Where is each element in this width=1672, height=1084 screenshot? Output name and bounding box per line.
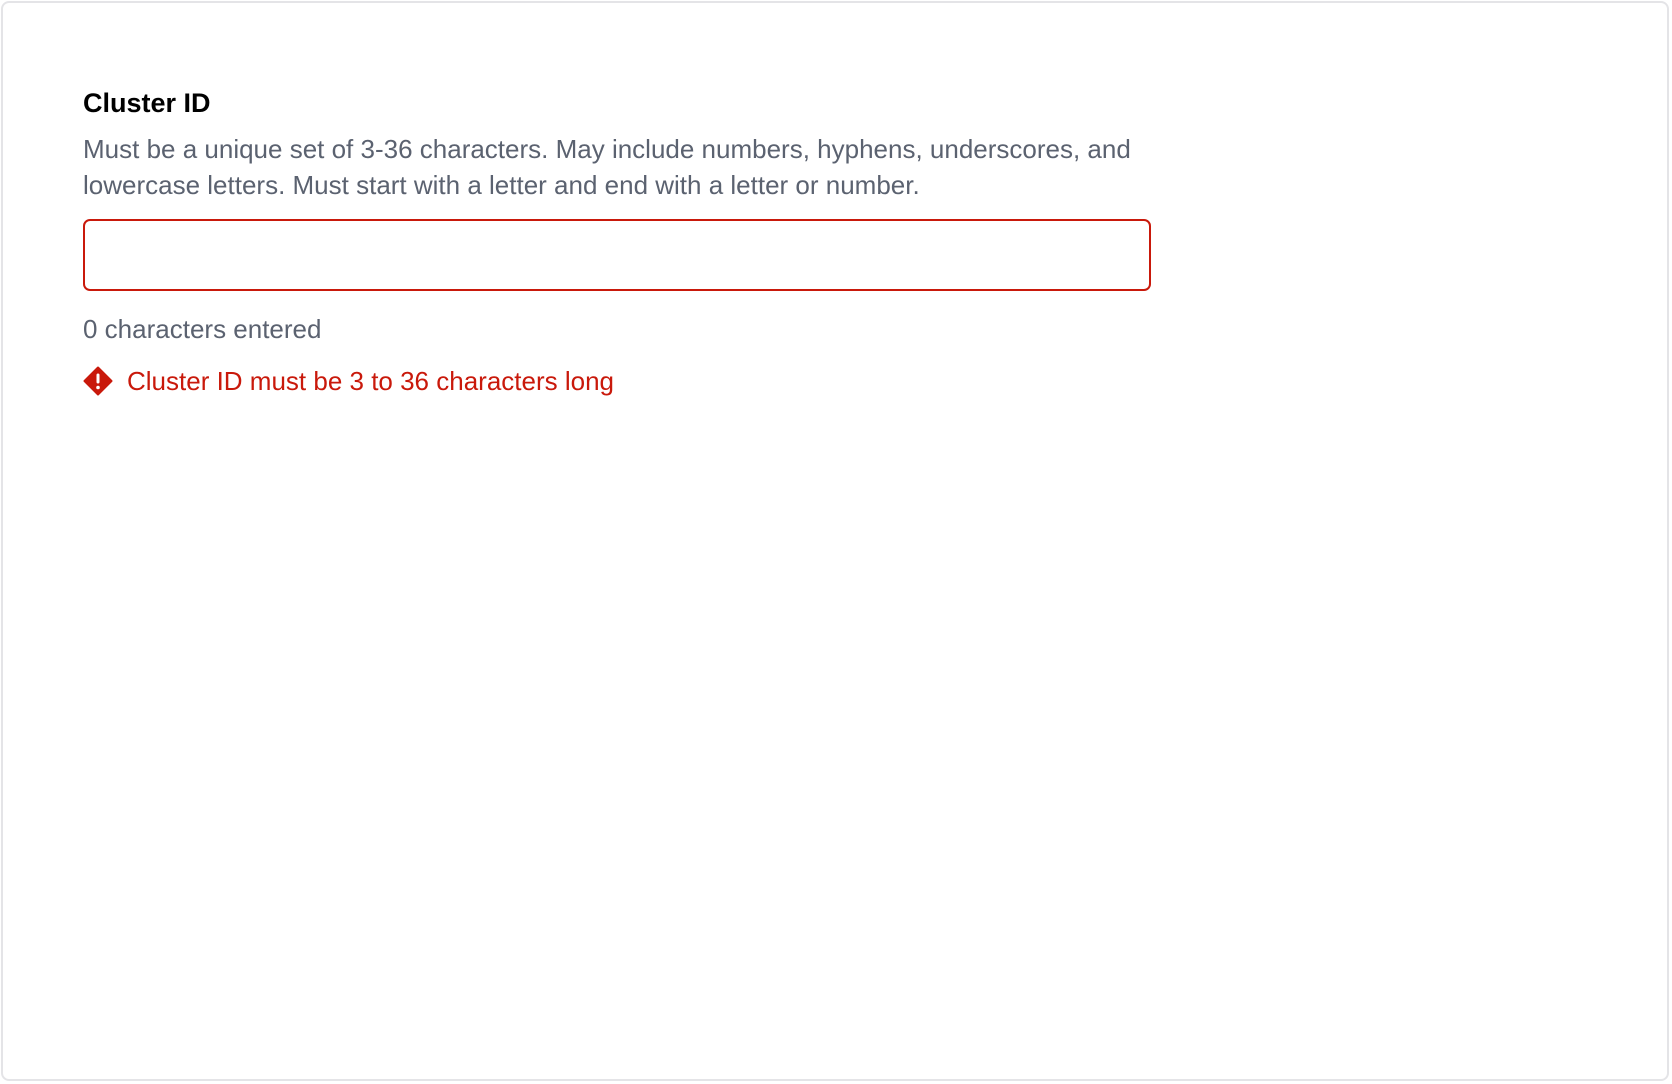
cluster-id-field: Cluster ID Must be a unique set of 3-36 … (83, 85, 1151, 399)
field-label: Cluster ID (83, 88, 211, 118)
exclamation-diamond-icon (83, 366, 113, 396)
panel-frame: Cluster ID Must be a unique set of 3-36 … (1, 1, 1669, 1081)
field-help-text: Must be a unique set of 3-36 characters.… (83, 134, 1131, 200)
cluster-id-input[interactable] (83, 219, 1151, 291)
error-message: Cluster ID must be 3 to 36 characters lo… (83, 363, 1151, 399)
error-text: Cluster ID must be 3 to 36 characters lo… (127, 366, 615, 396)
character-count: 0 characters entered (83, 314, 322, 344)
